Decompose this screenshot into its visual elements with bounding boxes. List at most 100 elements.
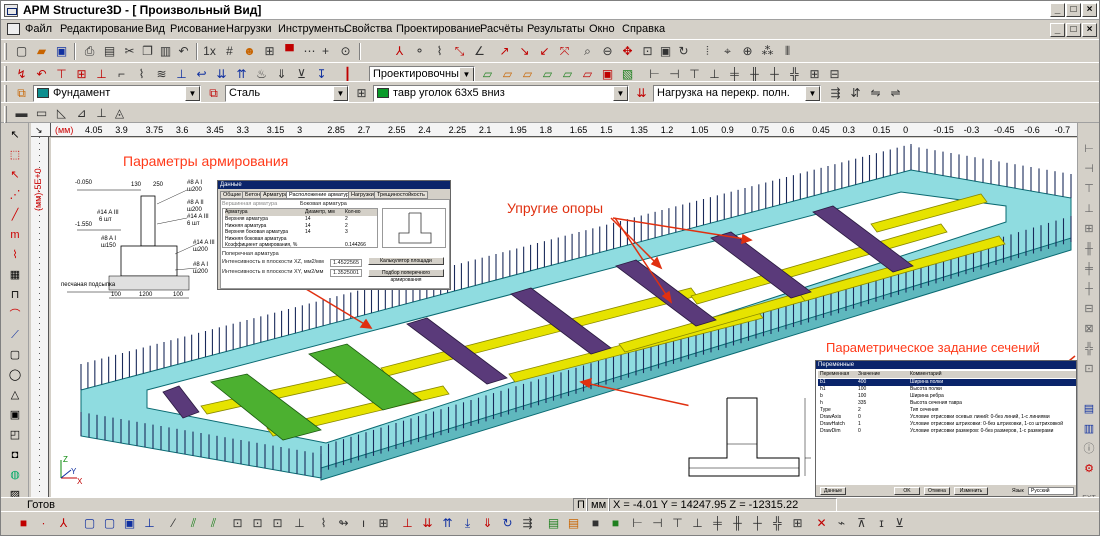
measure-icon[interactable]: ▀ [281,43,298,60]
elem-par-icon[interactable]: ╫ [729,515,746,532]
cut-icon[interactable]: ✂ [121,43,138,60]
view-z-icon[interactable]: ↙ [536,43,553,60]
mesh2-show-icon[interactable]: ⊡ [249,515,266,532]
change-button[interactable]: Изменить [954,487,988,495]
grid-tool-icon[interactable]: ▦ [7,267,23,283]
ortho-icon[interactable]: ⊞ [261,43,278,60]
layer-2-icon[interactable]: ⌖ [719,43,736,60]
tab-general[interactable]: Общие [220,191,245,199]
language-select[interactable]: Русский [1028,487,1074,495]
elem-box-icon[interactable]: ⊞ [789,515,806,532]
doc-close-button[interactable]: × [1082,23,1097,37]
minimize-button[interactable]: _ [1050,3,1065,17]
pointer-icon[interactable]: ⋯ [301,43,318,60]
solid-tool-icon[interactable]: ◘ [7,447,23,463]
load-case-icon[interactable]: ⇊ [633,85,650,102]
axes-show-icon[interactable]: ⅄ [55,515,72,532]
cancel-button[interactable]: Отмена [924,487,950,495]
view-y-icon[interactable]: ↘ [516,43,533,60]
snap-tan-icon[interactable]: ╫ [1081,241,1097,257]
node-icon[interactable]: ⚬ [411,43,428,60]
solid-show-icon[interactable]: ■ [587,515,604,532]
menu-edit[interactable]: Редактирование [60,23,144,35]
tab-crack[interactable]: Трещиностойкость [374,191,428,199]
beam-show-icon[interactable]: ▤ [545,515,562,532]
menu-properties[interactable]: Свойства [344,23,392,35]
load-combo-show-icon[interactable]: ⇶ [519,515,536,532]
measure-tool-icon[interactable]: m [7,227,23,243]
node-add-icon[interactable]: ⋰ [7,187,23,203]
menu-view[interactable]: Вид [145,23,165,35]
rect-tool-icon[interactable]: ▢ [7,347,23,363]
node-number-icon[interactable]: ⊢ [629,515,646,532]
solids-show-icon[interactable]: ▣ [121,515,138,532]
menu-results[interactable]: Результаты [527,23,585,35]
snap-mid-icon[interactable]: ⊣ [1081,161,1097,177]
table-row[interactable]: b 100 Ширина ребра [818,393,1076,400]
polygon-tool-icon[interactable]: ▣ [7,407,23,423]
zoom-window-icon[interactable]: ⌕ [579,43,596,60]
select-transverse-button[interactable]: Подбор поперечного армирования [368,269,444,283]
group-combo[interactable]: Фундамент ▼ [33,85,201,102]
tools-icon[interactable]: ✕ [813,515,830,532]
elem-axes-icon[interactable]: ⊤ [669,515,686,532]
triangle-tool-icon[interactable]: △ [7,387,23,403]
layer-fill-icon[interactable]: ▬ [13,105,30,122]
tools4-icon[interactable]: ɪ [873,515,890,532]
layer-3-icon[interactable]: ⊕ [739,43,756,60]
load-point-show-icon[interactable]: ⊥ [399,515,416,532]
nodes-show-icon[interactable]: ∙ [35,515,52,532]
axes-icon[interactable]: ⅄ [391,43,408,60]
elem-cross-icon[interactable]: ┼ [749,515,766,532]
snap-end-icon[interactable]: ⊢ [1081,141,1097,157]
curve-tool-icon[interactable]: ⟋ [7,327,23,343]
load-moment-show-icon[interactable]: ↻ [499,515,516,532]
chevron-down-icon[interactable]: ▼ [805,86,820,101]
snap-par-icon[interactable]: ╬ [1081,341,1097,357]
layer-shade-icon[interactable]: ◺ [53,105,70,122]
arc-tool-icon[interactable]: ⌒ [7,307,23,323]
table-row[interactable]: h 335 Высота сечения тавра [818,400,1076,407]
select-box-icon[interactable]: ⬚ [7,147,23,163]
elem-number-icon[interactable]: ⊣ [649,515,666,532]
load-line-show-icon[interactable]: ⇊ [419,515,436,532]
load-surface-show-icon[interactable]: ⇓ [479,515,496,532]
load-combination-3-icon[interactable]: ⇋ [867,85,884,102]
chevron-down-icon[interactable]: ▼ [613,86,628,101]
view-top-icon[interactable]: ▥ [1081,421,1097,437]
snap-icon[interactable]: ☻ [241,43,258,60]
table-row[interactable]: b1 400 Ширина полки [818,379,1076,386]
snap-grid-icon[interactable]: ⊡ [1081,361,1097,377]
load-axis-show-icon[interactable]: ⤓ [459,515,476,532]
load-area-show-icon[interactable]: ⇈ [439,515,456,532]
intensity-xy-value[interactable]: 1.3525001 [330,269,362,277]
menu-calculations[interactable]: Расчёты [480,23,523,35]
open-file-icon[interactable]: ▰ [33,43,50,60]
load-combination-4-icon[interactable]: ⇌ [887,85,904,102]
intensity-xz-value[interactable]: 1.4522565 [330,259,362,267]
mesh3-show-icon[interactable]: ⊡ [269,515,286,532]
plate-tool-icon[interactable]: ◰ [7,427,23,443]
section-variables-dialog[interactable]: Переменные Переменная Значение Комментар… [815,360,1077,497]
material-combo[interactable]: Сталь ▼ [225,85,349,102]
mesh-show-icon[interactable]: ⊡ [229,515,246,532]
info-icon[interactable]: ⓘ [1081,441,1097,457]
mass-show-icon[interactable]: ⊞ [375,515,392,532]
block-show-icon[interactable]: ■ [607,515,624,532]
layer-5-icon[interactable]: ⦀ [779,43,796,60]
view-3d-icon[interactable]: ▤ [1081,401,1097,417]
tools3-icon[interactable]: ⊼ [853,515,870,532]
table-row[interactable]: DrawHatch 1 Условие отрисовки штриховки: 0… [818,421,1076,428]
undo-icon[interactable]: ↶ [175,43,192,60]
document-icon[interactable] [7,23,20,35]
select-red-icon[interactable]: ↖ [7,167,23,183]
elem-local-icon[interactable]: ⊥ [689,515,706,532]
line-add-icon[interactable]: ╱ [7,207,23,223]
dimension-icon[interactable]: ⤡ [451,43,468,60]
sphere-tool-icon[interactable]: ◍ [7,467,23,483]
table-row[interactable]: DrawAxis 0 Условие отрисовки осевых линий:… [818,414,1076,421]
layer-wire-icon[interactable]: ⊿ [73,105,90,122]
table-row[interactable]: Type 2 Тип сечения [818,407,1076,414]
zoom-all-icon[interactable]: ⊡ [639,43,656,60]
frame-show-icon[interactable]: ▢ [81,515,98,532]
